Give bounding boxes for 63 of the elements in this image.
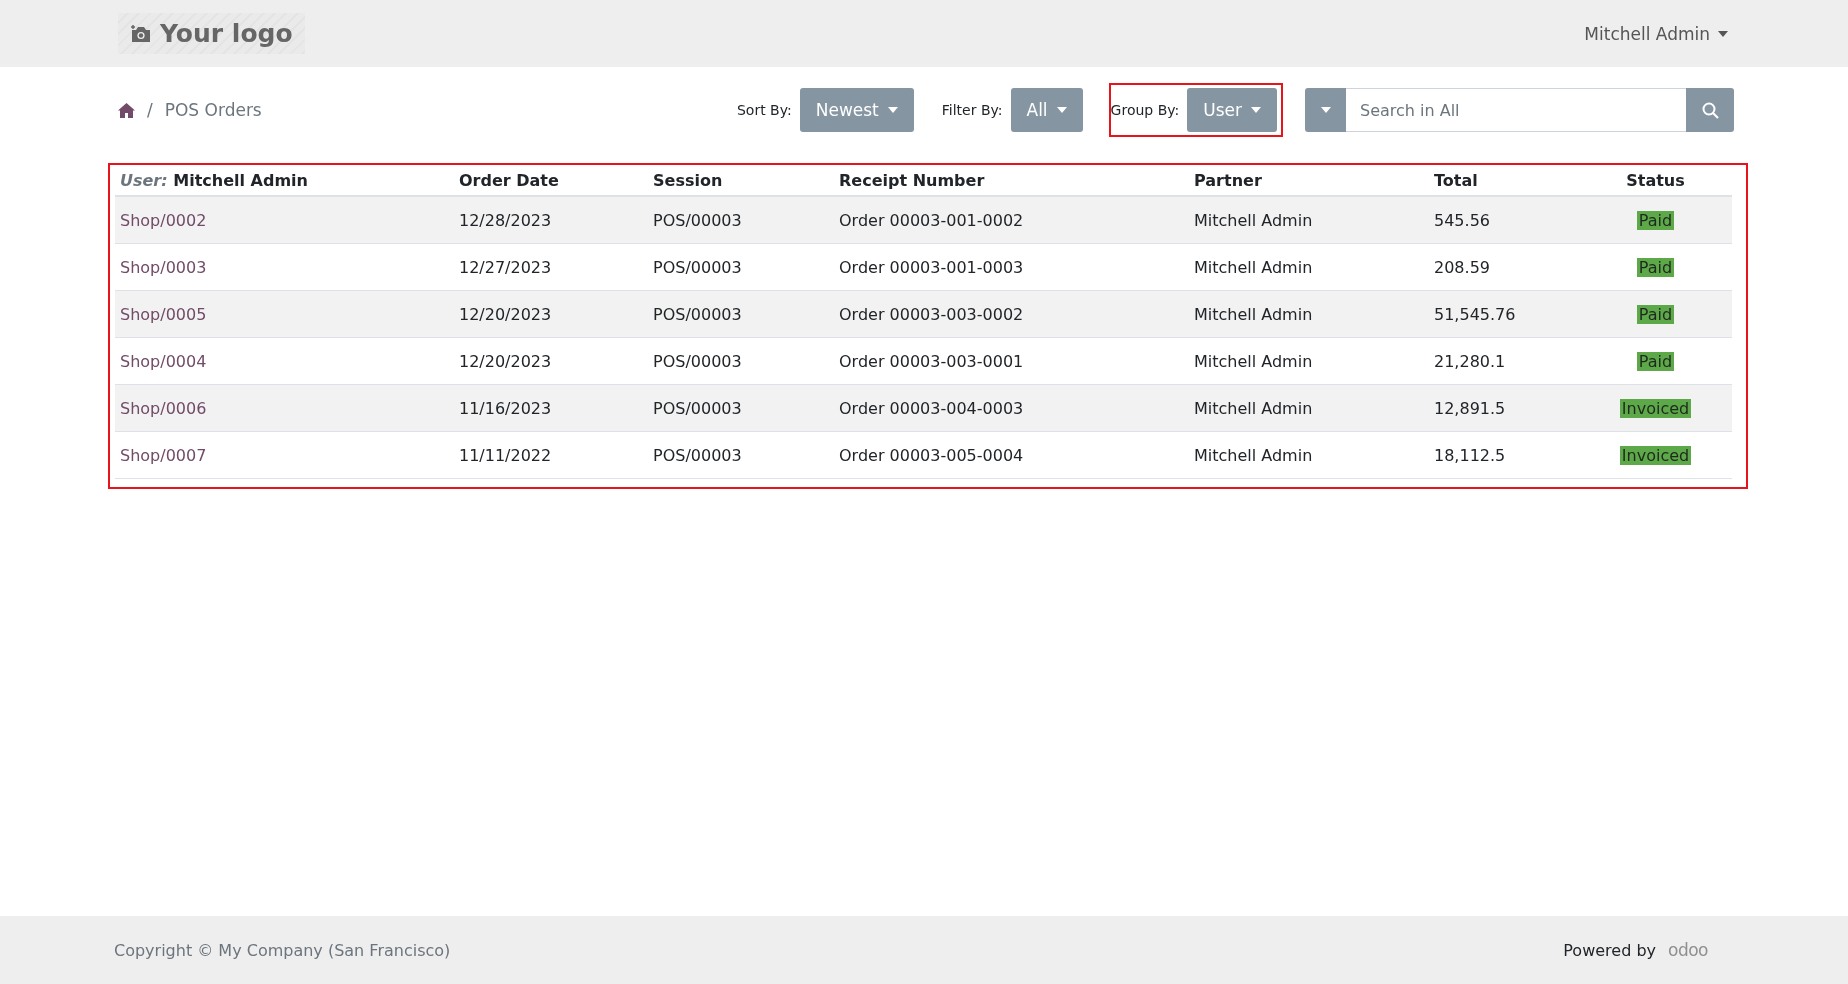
camera-icon xyxy=(130,23,152,44)
search-options-button[interactable] xyxy=(1305,88,1346,132)
caret-icon xyxy=(1718,30,1728,37)
table-cell: 12/28/2023 xyxy=(454,196,648,244)
status-badge: Paid xyxy=(1636,304,1675,324)
table-cell: Order 00003-001-0003 xyxy=(834,243,1189,291)
table-cell: POS/00003 xyxy=(648,290,834,338)
order-link[interactable]: Shop/0006 xyxy=(120,398,207,418)
table-cell: POS/00003 xyxy=(648,337,834,385)
status-badge: Invoiced xyxy=(1619,445,1692,465)
table-cell: 51,545.76 xyxy=(1429,290,1579,338)
table-cell: 11/11/2022 xyxy=(454,431,648,479)
table-cell: 21,280.1 xyxy=(1429,337,1579,385)
logo-link[interactable]: Your logo xyxy=(118,13,305,54)
order-link[interactable]: Shop/0005 xyxy=(120,304,207,324)
table-cell: Order 00003-004-0003 xyxy=(834,384,1189,432)
logo-text: Your logo xyxy=(160,19,293,48)
table-cell: Mitchell Admin xyxy=(1189,243,1429,291)
caret-icon xyxy=(1056,107,1067,113)
table-cell: Order 00003-005-0004 xyxy=(834,431,1189,479)
table-cell: 208.59 xyxy=(1429,243,1579,291)
home-icon[interactable] xyxy=(118,102,135,118)
table-cell: Mitchell Admin xyxy=(1189,431,1429,479)
table-cell: 11/16/2023 xyxy=(454,384,648,432)
table-cell: 12,891.5 xyxy=(1429,384,1579,432)
table-cell: Order 00003-003-0002 xyxy=(834,290,1189,338)
user-menu[interactable]: Mitchell Admin xyxy=(1578,22,1734,45)
order-link[interactable]: Shop/0007 xyxy=(120,445,207,465)
search-button[interactable] xyxy=(1686,88,1734,132)
dropdown-label: Group By: xyxy=(1110,102,1180,118)
table-cell: 18,112.5 xyxy=(1429,431,1579,479)
table-cell: POS/00003 xyxy=(648,196,834,244)
breadcrumb-separator: / xyxy=(147,100,153,120)
table-cell: Mitchell Admin xyxy=(1189,384,1429,432)
table-cell: Mitchell Admin xyxy=(1189,290,1429,338)
table-cell: Order 00003-001-0002 xyxy=(834,196,1189,244)
table-cell: 545.56 xyxy=(1429,196,1579,244)
order-link[interactable]: Shop/0003 xyxy=(120,257,207,277)
copyright-text: Copyright © My Company (San Francisco) xyxy=(114,940,451,960)
powered-by-text: Powered by xyxy=(1563,940,1656,960)
breadcrumb-current: POS Orders xyxy=(164,100,262,120)
order-link[interactable]: Shop/0004 xyxy=(120,351,207,371)
caret-icon xyxy=(1320,107,1331,113)
status-badge: Paid xyxy=(1636,257,1675,277)
search-icon xyxy=(1701,101,1719,119)
table-cell: POS/00003 xyxy=(648,384,834,432)
table-cell: Order 00003-003-0001 xyxy=(834,337,1189,385)
caret-icon xyxy=(1251,107,1261,113)
search-field[interactable]: Search in All xyxy=(1346,88,1686,132)
status-badge: Paid xyxy=(1636,210,1675,230)
caret-icon xyxy=(887,107,898,113)
status-badge: Paid xyxy=(1636,351,1675,371)
order-link[interactable]: Shop/0002 xyxy=(120,210,207,230)
dropdown-label: Sort By: xyxy=(736,102,792,118)
table-cell: POS/00003 xyxy=(648,243,834,291)
status-badge: Invoiced xyxy=(1619,398,1692,418)
table-cell: Mitchell Admin xyxy=(1189,337,1429,385)
table-cell: Mitchell Admin xyxy=(1189,196,1429,244)
table-cell: 12/20/2023 xyxy=(454,337,648,385)
table-cell: POS/00003 xyxy=(648,431,834,479)
table-cell: 12/27/2023 xyxy=(454,243,648,291)
dropdown-label: Filter By: xyxy=(941,102,1003,118)
table-cell: 12/20/2023 xyxy=(454,290,648,338)
